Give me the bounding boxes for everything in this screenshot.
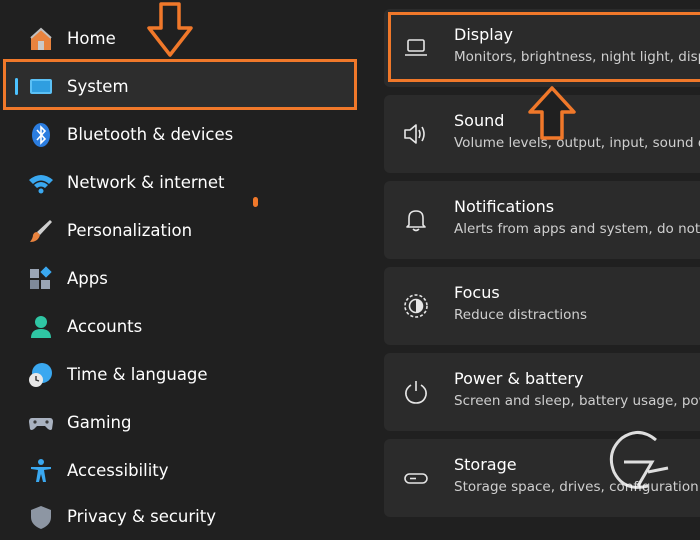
sidebar-item-label: Personalization — [67, 220, 193, 240]
card-title: Power & battery — [454, 369, 584, 388]
gamepad-icon — [29, 418, 53, 430]
orange-dot-marker — [253, 197, 258, 207]
sidebar-item-time-language[interactable]: Time & language — [3, 350, 357, 398]
card-title: Notifications — [454, 197, 555, 216]
bluetooth-icon — [32, 123, 50, 147]
sidebar-item-accessibility[interactable]: Accessibility — [3, 446, 357, 494]
card-subtitle: Screen and sleep, battery usage, powe — [454, 393, 700, 409]
accessibility-icon — [31, 459, 51, 482]
sidebar-item-bluetooth[interactable]: Bluetooth & devices — [3, 110, 357, 158]
display-highlight-box — [388, 12, 700, 82]
up-arrow-annotation — [528, 86, 576, 140]
globe-clock-icon — [29, 363, 52, 387]
sidebar-item-label: Bluetooth & devices — [67, 124, 234, 144]
system-highlight-box — [3, 59, 357, 110]
sidebar-item-label: Accounts — [67, 316, 143, 336]
brush-icon — [30, 220, 52, 242]
account-icon — [31, 316, 51, 338]
card-subtitle: Alerts from apps and system, do not d — [454, 221, 700, 237]
sidebar-item-label: Time & language — [67, 364, 208, 384]
sidebar-item-privacy[interactable]: Privacy & security — [3, 492, 357, 540]
speaker-icon — [404, 124, 425, 144]
sidebar-item-personalization[interactable]: Personalization — [3, 206, 357, 254]
focus-card[interactable]: Focus Reduce distractions — [384, 267, 700, 345]
apps-icon — [30, 266, 52, 289]
card-subtitle: Reduce distractions — [454, 307, 588, 323]
sidebar-item-gaming[interactable]: Gaming — [3, 398, 357, 446]
card-title: Storage — [454, 455, 517, 474]
card-title: Focus — [454, 283, 500, 302]
sidebar-item-label: Apps — [67, 268, 108, 288]
down-arrow-annotation — [147, 2, 193, 57]
sidebar-item-apps[interactable]: Apps — [3, 254, 357, 302]
storage-icon — [404, 473, 428, 484]
settings-sidebar: Home System Bluetooth & devices Network … — [0, 0, 370, 529]
sidebar-item-label: Network & internet — [67, 172, 225, 192]
wifi-icon — [29, 175, 53, 194]
sidebar-item-network[interactable]: Network & internet — [3, 158, 357, 206]
power-icon — [405, 381, 427, 404]
sidebar-item-label: Gaming — [67, 412, 132, 432]
focus-icon — [404, 294, 428, 318]
sidebar-item-label: Privacy & security — [67, 506, 216, 526]
sidebar-item-label: Accessibility — [67, 460, 169, 480]
card-title: Sound — [454, 111, 505, 130]
sidebar-item-accounts[interactable]: Accounts — [3, 302, 357, 350]
home-icon — [30, 27, 52, 50]
shield-icon — [31, 506, 51, 529]
notifications-card[interactable]: Notifications Alerts from apps and syste… — [384, 181, 700, 259]
sidebar-item-label: Home — [67, 28, 116, 48]
bell-icon — [406, 210, 426, 232]
power-battery-card[interactable]: Power & battery Screen and sleep, batter… — [384, 353, 700, 431]
watermark-logo — [609, 431, 669, 489]
